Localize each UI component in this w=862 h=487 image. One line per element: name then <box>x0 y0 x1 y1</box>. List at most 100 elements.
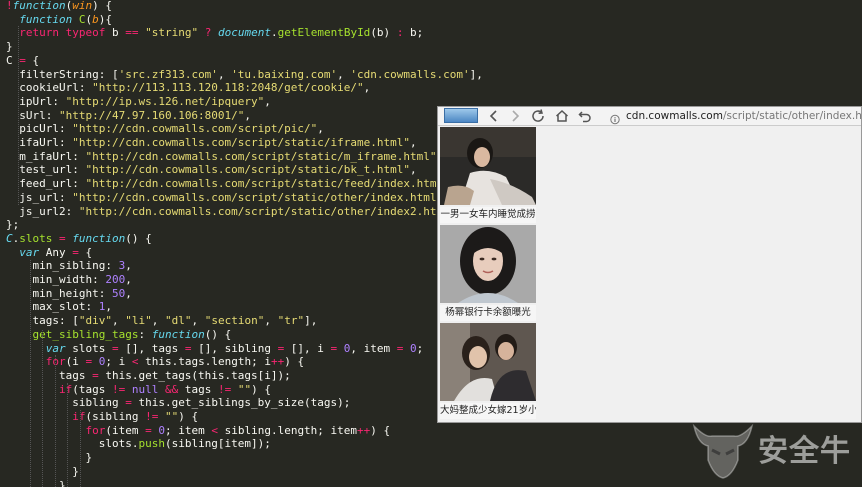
code-line: var slots = [], tags = [], sibling = [],… <box>6 341 424 356</box>
code-token: 'tu.baixing.com' <box>231 67 338 81</box>
code-token: "tr" <box>277 314 305 328</box>
reload-icon[interactable] <box>530 108 546 124</box>
ad-image[interactable] <box>440 127 536 205</box>
code-token: function <box>72 231 126 245</box>
code-line: var Any = { <box>6 246 92 260</box>
code-token: "http://cdn.cowmalls.com/script/pic/" <box>72 122 318 136</box>
code-token: function <box>19 12 73 26</box>
code-token: = <box>19 53 26 67</box>
ad-caption[interactable]: 一男一女车内睡觉成捞 <box>440 207 536 223</box>
code-token: tags <box>178 382 218 396</box>
code-token: . <box>270 26 278 40</box>
code-token: , <box>105 300 112 314</box>
ad-item[interactable]: 一男一女车内睡觉成捞 <box>440 127 536 225</box>
indent-guide <box>42 330 43 487</box>
code-line: test_url: "http://cdn.cowmalls.com/scrip… <box>6 163 417 177</box>
code-token: 50 <box>111 286 126 300</box>
code-token: , <box>337 67 351 81</box>
code-token: = <box>111 341 119 355</box>
code-token: ) { <box>370 423 391 437</box>
undo-icon[interactable] <box>577 108 593 124</box>
code-token: "" <box>237 382 252 396</box>
url-host: cdn.cowmalls.com <box>626 110 723 122</box>
ad-image[interactable] <box>440 323 536 401</box>
code-token: ], <box>469 67 483 81</box>
code-token: "" <box>164 410 179 423</box>
code-line: } <box>6 479 66 487</box>
tab-thumbnail[interactable] <box>444 108 478 123</box>
address-bar[interactable]: cdn.cowmalls.com/script/static/other/ind… <box>626 109 862 123</box>
code-token: "http://cdn.cowmalls.com/script/static/m… <box>85 149 437 163</box>
code-token: < <box>211 423 218 437</box>
code-token: , <box>410 163 417 177</box>
code-token: , <box>264 94 271 108</box>
ad-caption[interactable]: 大妈整成少女嫁21岁小 <box>440 403 536 419</box>
code-token: this.tags.length; i <box>138 355 271 369</box>
code-token: win <box>72 0 93 12</box>
code-token: if <box>58 382 73 396</box>
code-line: for(i = 0; i < this.tags.length; i++) { <box>6 355 304 369</box>
code-line: } <box>6 40 13 54</box>
site-info-icon[interactable] <box>610 110 620 125</box>
ad-image[interactable] <box>440 225 536 303</box>
code-token: "http://ip.ws.126.net/ipquery" <box>65 94 265 108</box>
code-token: this.get_tags(this.tags[i]); <box>98 368 291 382</box>
code-token: 200 <box>105 273 126 286</box>
code-token: typeof <box>65 26 106 40</box>
code-token: "http://cdn.cowmalls.com/script/static/b… <box>85 163 410 177</box>
code-token: var <box>45 341 66 355</box>
code-token: , <box>111 314 126 328</box>
code-token: for <box>85 423 106 437</box>
code-token: , <box>125 286 132 300</box>
code-token: "dl" <box>164 314 192 328</box>
code-token: 'cdn.cowmalls.com' <box>350 67 470 81</box>
code-token: , <box>125 273 132 286</box>
code-line: cookieUrl: "http://113.113.120.118:2048/… <box>6 81 370 95</box>
code-token: get_sibling_tags <box>32 327 139 341</box>
code-token: , <box>264 314 278 328</box>
home-icon[interactable] <box>554 108 570 124</box>
code-token: [], sibling <box>191 341 278 355</box>
code-token: (tags <box>72 382 112 396</box>
code-token: sibling <box>6 396 126 410</box>
browser-popup-window[interactable]: cdn.cowmalls.com/script/static/other/ind… <box>437 106 862 423</box>
code-token: slots <box>19 231 53 245</box>
code-token: ! <box>6 0 13 12</box>
forward-icon[interactable] <box>507 108 523 124</box>
code-token: b <box>105 26 126 40</box>
code-token: = <box>145 423 152 437</box>
code-token: = <box>125 396 132 410</box>
code-token: 0 <box>410 341 417 355</box>
code-token: != <box>145 410 159 423</box>
code-token: min_height: <box>6 286 112 300</box>
ad-item[interactable]: 大妈整成少女嫁21岁小 <box>440 323 536 421</box>
indent-guide <box>67 383 68 487</box>
ad-item[interactable]: 杨幂银行卡余额曝光 <box>440 225 536 323</box>
code-token: ], <box>304 314 318 328</box>
code-line: js_url: "http://cdn.cowmalls.com/script/… <box>6 191 450 205</box>
url-path: /script/static/other/index.html <box>722 110 862 122</box>
code-token: 0 <box>158 423 165 437</box>
back-icon[interactable] <box>486 108 502 124</box>
code-token: sUrl: <box>6 108 59 122</box>
code-token: "http://cdn.cowmalls.com/script/static/o… <box>72 190 444 204</box>
code-token: , <box>217 67 232 81</box>
code-token: 'src.zf313.com' <box>118 67 218 81</box>
ad-caption[interactable]: 杨幂银行卡余额曝光 <box>440 305 536 321</box>
code-token: , <box>125 259 132 273</box>
code-token: "string" <box>145 26 199 40</box>
code-token: (item <box>105 423 146 437</box>
code-line: C = { <box>6 54 39 68</box>
code-token: var <box>19 245 40 259</box>
code-line: tags: ["div", "li", "dl", "section", "tr… <box>6 314 317 328</box>
code-token: != <box>217 382 232 396</box>
code-token: getElementById <box>277 26 371 40</box>
